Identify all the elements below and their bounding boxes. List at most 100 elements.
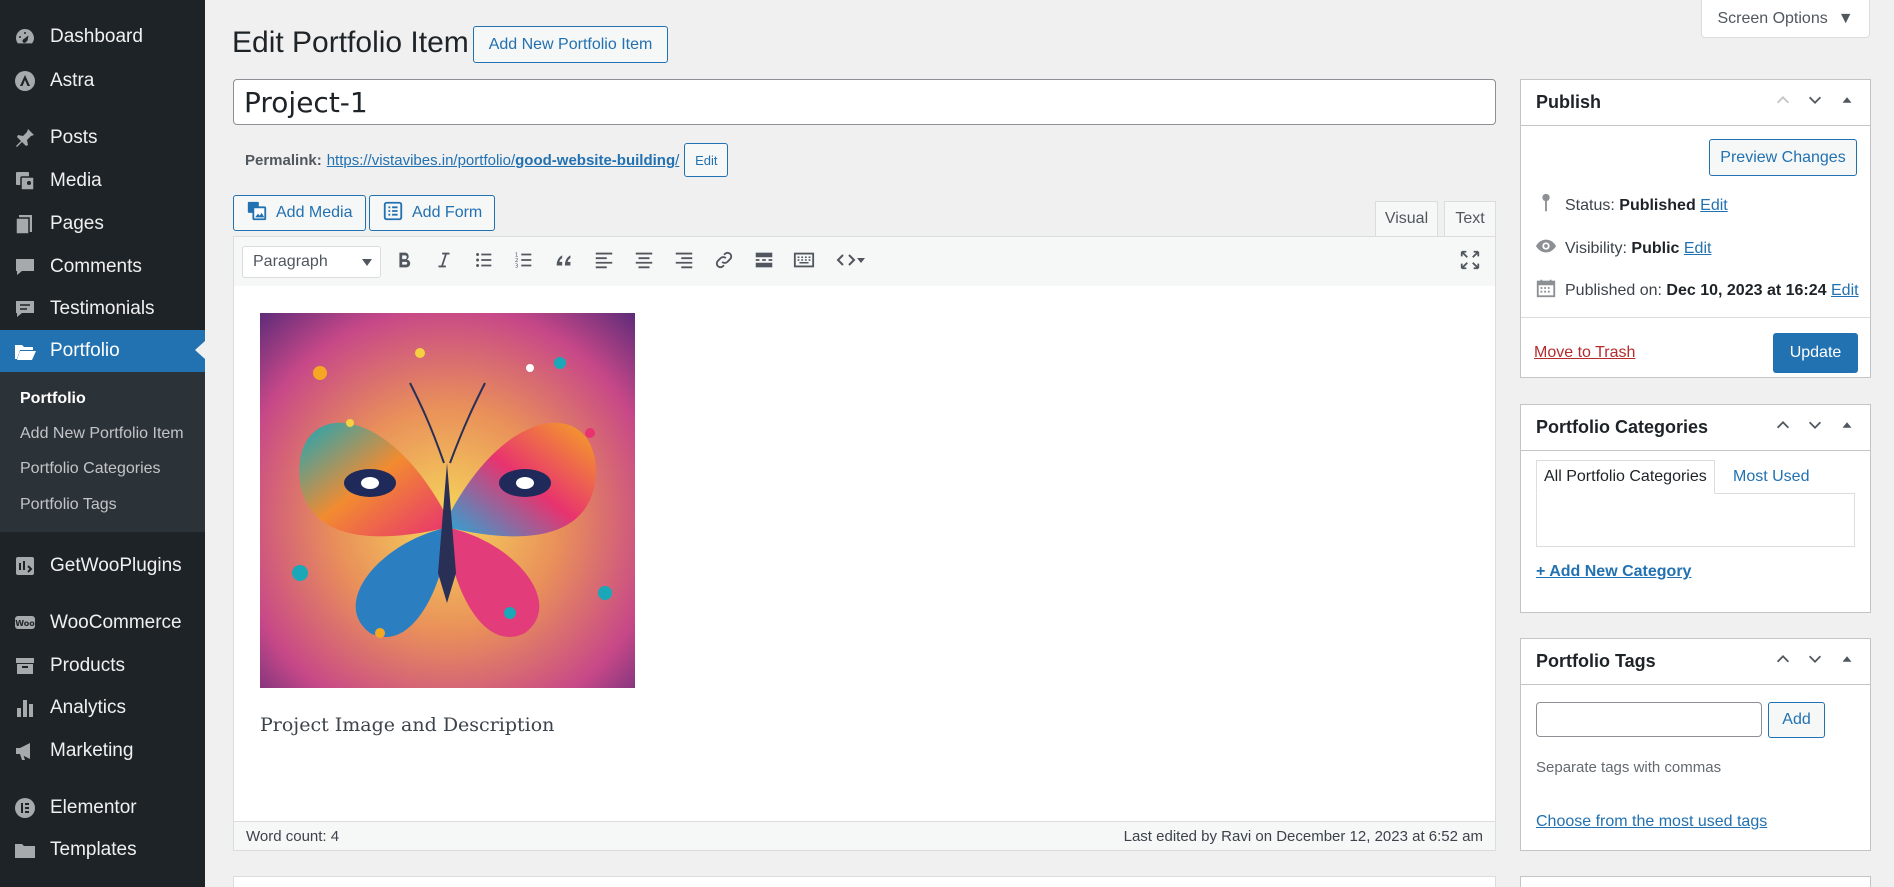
- move-up-icon[interactable]: [1774, 416, 1792, 439]
- update-button[interactable]: Update: [1773, 333, 1858, 373]
- code-dropdown-button[interactable]: [828, 247, 872, 277]
- portfolio-tags-box: Portfolio Tags Add Separate tags with co…: [1520, 638, 1871, 851]
- fullscreen-button[interactable]: [1454, 247, 1486, 277]
- sidebar-item-portfolio[interactable]: Portfolio: [0, 330, 205, 372]
- submenu-portfolio[interactable]: Portfolio: [20, 390, 86, 408]
- move-to-trash-link[interactable]: Move to Trash: [1534, 344, 1635, 362]
- tab-most-used[interactable]: Most Used: [1726, 460, 1816, 494]
- permalink-trail: /: [675, 151, 680, 169]
- insert-link-button[interactable]: [708, 247, 740, 277]
- fullscreen-icon: [1459, 249, 1481, 276]
- numbered-list-button[interactable]: 123: [508, 247, 540, 277]
- sidebar-item-label: Products: [50, 655, 125, 676]
- sidebar-item-comments[interactable]: Comments: [0, 247, 205, 287]
- publish-box-header: Publish: [1521, 80, 1870, 126]
- blockquote-button[interactable]: [548, 247, 580, 277]
- collapse-icon[interactable]: [1838, 650, 1856, 673]
- tab-all-portfolio-categories[interactable]: All Portfolio Categories: [1536, 460, 1715, 494]
- screen-options-label: Screen Options: [1717, 9, 1828, 27]
- align-left-button[interactable]: [588, 247, 620, 277]
- portfolio-categories-box: Portfolio Categories All Portfolio Categ…: [1520, 404, 1871, 613]
- collapse-icon[interactable]: [1838, 416, 1856, 439]
- move-up-icon[interactable]: [1774, 650, 1792, 673]
- bar-chart-icon: [0, 696, 50, 720]
- collapse-icon[interactable]: [1838, 91, 1856, 114]
- add-new-category-link[interactable]: + Add New Category: [1536, 563, 1691, 581]
- keyboard-icon: [793, 249, 815, 276]
- toolbar-toggle-button[interactable]: [788, 247, 820, 277]
- sidebar-item-astra[interactable]: Astra: [0, 61, 205, 101]
- add-tag-button[interactable]: Add: [1768, 702, 1825, 738]
- add-new-portfolio-item-button[interactable]: Add New Portfolio Item: [473, 26, 668, 63]
- visibility-edit-link[interactable]: Edit: [1684, 240, 1712, 257]
- permalink-link[interactable]: https://vistavibes.in/portfolio/good-web…: [327, 152, 680, 169]
- sidebar-item-getwooplugins[interactable]: GetWooPlugins: [0, 546, 205, 586]
- portfolio-submenu: Portfolio Add New Portfolio Item Portfol…: [0, 372, 205, 532]
- add-media-label: Add Media: [276, 204, 353, 221]
- submenu-add-new-portfolio-item[interactable]: Add New Portfolio Item: [20, 425, 184, 443]
- megaphone-icon: [0, 739, 50, 763]
- sidebar-item-pages[interactable]: Pages: [0, 204, 205, 244]
- new-tag-input[interactable]: [1536, 702, 1762, 737]
- folder-icon: [0, 838, 50, 862]
- preview-changes-button[interactable]: Preview Changes: [1709, 139, 1857, 176]
- published-value: Dec 10, 2023 at 16:24: [1666, 281, 1827, 299]
- sidebar-item-elementor[interactable]: Elementor: [0, 788, 205, 828]
- add-form-button[interactable]: Add Form: [369, 195, 496, 231]
- svg-text:Woo: Woo: [15, 619, 35, 628]
- move-down-icon[interactable]: [1806, 650, 1824, 673]
- sidebar-item-label: Media: [50, 170, 102, 191]
- italic-icon: [433, 249, 455, 276]
- sidebar-item-label: Marketing: [50, 740, 134, 761]
- dashboard-icon: [0, 25, 50, 49]
- status-value: Published: [1619, 196, 1696, 214]
- permalink-edit-button[interactable]: Edit: [684, 143, 729, 177]
- editor-content-area[interactable]: Project Image and Description: [233, 286, 1496, 821]
- sidebar-item-testimonials[interactable]: Testimonials: [0, 289, 205, 329]
- status-edit-link[interactable]: Edit: [1700, 197, 1728, 214]
- sidebar-item-woocommerce[interactable]: Woo WooCommerce: [0, 603, 205, 643]
- screen-options-button[interactable]: Screen Options ▼: [1701, 0, 1870, 38]
- choose-most-used-tags-link[interactable]: Choose from the most used tags: [1536, 813, 1767, 831]
- sidebar-item-marketing[interactable]: Marketing: [0, 731, 205, 771]
- align-right-button[interactable]: [668, 247, 700, 277]
- read-more-button[interactable]: [748, 247, 780, 277]
- tab-visual[interactable]: Visual: [1375, 201, 1438, 237]
- submenu-portfolio-tags[interactable]: Portfolio Tags: [20, 496, 117, 514]
- italic-button[interactable]: [428, 247, 460, 277]
- project-image[interactable]: [260, 313, 635, 688]
- permalink-slug: good-website-building: [515, 151, 676, 169]
- sidebar-item-posts[interactable]: Posts: [0, 118, 205, 158]
- move-up-icon[interactable]: [1774, 91, 1792, 114]
- move-down-icon[interactable]: [1806, 91, 1824, 114]
- sidebar-item-products[interactable]: Products: [0, 646, 205, 686]
- editor-status-bar: Word count: 4 Last edited by Ravi on Dec…: [233, 821, 1496, 851]
- categories-box-header: Portfolio Categories: [1521, 405, 1870, 451]
- sidebar-item-templates[interactable]: Templates: [0, 830, 205, 870]
- submenu-portfolio-categories[interactable]: Portfolio Categories: [20, 460, 161, 478]
- sidebar-item-dashboard[interactable]: Dashboard: [0, 17, 205, 57]
- bullet-list-icon: [473, 249, 495, 276]
- sidebar-item-label: Pages: [50, 213, 104, 234]
- add-media-button[interactable]: Add Media: [233, 195, 366, 231]
- sidebar-item-label: Posts: [50, 127, 98, 148]
- eye-icon: [1535, 235, 1557, 262]
- permalink-label: Permalink:: [245, 151, 322, 169]
- comment-icon: [0, 255, 50, 279]
- bold-button[interactable]: [388, 247, 420, 277]
- move-down-icon[interactable]: [1806, 416, 1824, 439]
- align-right-icon: [673, 249, 695, 276]
- permalink-row: Permalink: https://vistavibes.in/portfol…: [245, 143, 729, 177]
- visibility-row: Visibility: Public Edit: [1535, 235, 1711, 262]
- sidebar-item-analytics[interactable]: Analytics: [0, 688, 205, 728]
- categories-box-title: Portfolio Categories: [1536, 417, 1709, 437]
- published-edit-link[interactable]: Edit: [1831, 282, 1859, 299]
- tab-text[interactable]: Text: [1444, 201, 1496, 237]
- post-title-input[interactable]: [233, 79, 1496, 125]
- page-title: Edit Portfolio Item: [232, 26, 469, 59]
- add-form-label: Add Form: [412, 204, 483, 221]
- align-center-button[interactable]: [628, 247, 660, 277]
- paragraph-format-select[interactable]: Paragraph: [242, 246, 381, 278]
- bullet-list-button[interactable]: [468, 247, 500, 277]
- sidebar-item-media[interactable]: Media: [0, 161, 205, 201]
